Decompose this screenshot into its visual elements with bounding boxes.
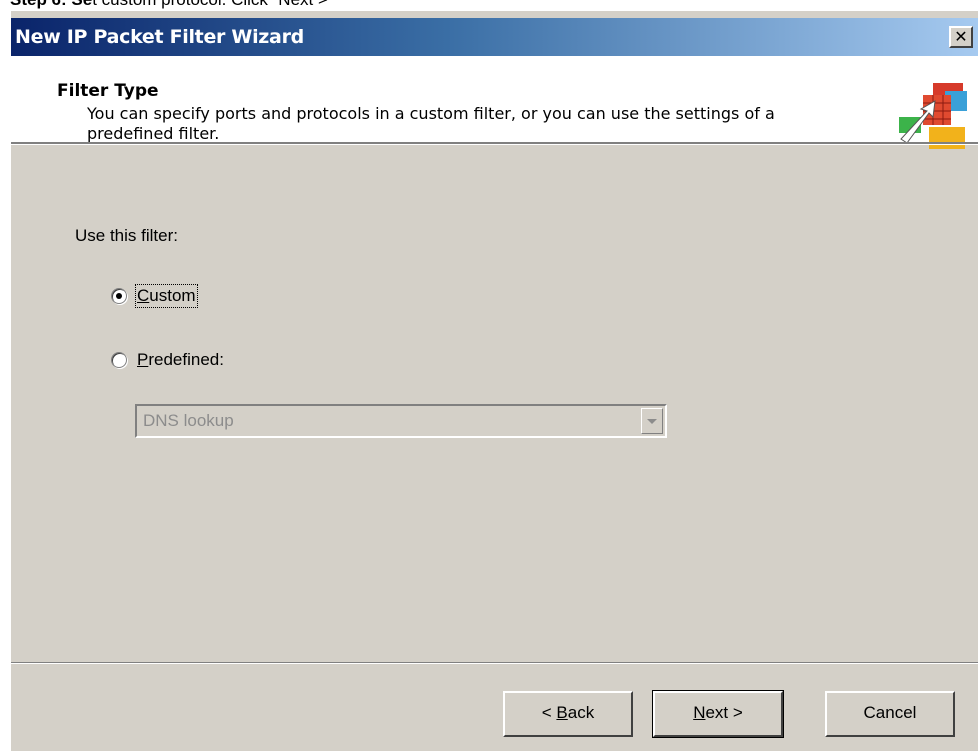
page-title: Filter Type [57,81,159,101]
title-bar[interactable]: New IP Packet Filter Wizard ✕ [11,18,978,56]
use-filter-label: Use this filter: [75,226,178,245]
radio-selected-dot [116,293,122,299]
window-title: New IP Packet Filter Wizard [15,26,304,48]
cancel-button[interactable]: Cancel [825,691,955,737]
custom-radio-label[interactable]: Custom [135,284,198,308]
predefined-filter-value: DNS lookup [143,411,234,430]
page-description: You can specify ports and protocols in a… [87,104,775,143]
chevron-down-icon [647,419,657,424]
step-caption: Step 6: Set custom protocol. Click “Next… [10,0,334,10]
step-caption-prefix: Step 6: Se [10,0,92,9]
predefined-radio[interactable] [111,352,127,368]
custom-radio[interactable] [111,288,127,304]
firewall-wizard-icon [899,83,967,149]
next-button[interactable]: Next > [652,690,784,738]
dropdown-button[interactable] [641,408,663,434]
back-button[interactable]: < Back [503,691,633,737]
wizard-header: Filter Type You can specify ports and pr… [11,56,978,149]
header-divider [11,142,978,145]
predefined-radio-label[interactable]: Predefined: [137,350,224,370]
footer-divider [11,662,978,664]
predefined-filter-select[interactable]: DNS lookup [135,404,667,438]
close-icon: ✕ [954,27,968,46]
custom-radio-option[interactable]: Custom [111,284,198,308]
wizard-window: New IP Packet Filter Wizard ✕ Filter Typ… [10,10,978,751]
close-button[interactable]: ✕ [949,26,973,48]
predefined-radio-option[interactable]: Predefined: [111,349,224,371]
step-caption-text: t custom protocol. Click “Next >” [92,0,333,9]
